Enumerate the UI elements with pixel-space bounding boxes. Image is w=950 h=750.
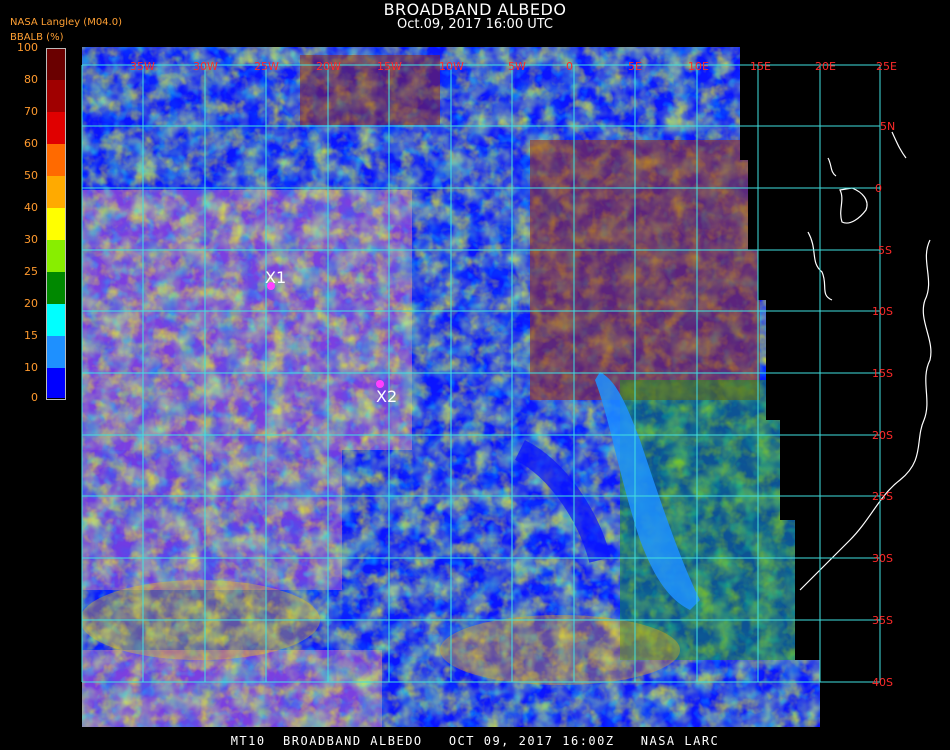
marker-x1: X1 (265, 268, 286, 290)
lat-label: 5N (880, 120, 895, 133)
lon-label: 25W (254, 60, 279, 73)
lon-label: 30W (193, 60, 218, 73)
lat-label: 5S (878, 244, 892, 257)
marker-label: X2 (376, 387, 397, 406)
lat-label: 35S (872, 614, 893, 627)
lat-label: 20S (872, 429, 893, 442)
lat-label: 30S (872, 552, 893, 565)
lat-label: 25S (872, 490, 893, 503)
land-africa-north (530, 140, 760, 400)
lon-label: 10E (688, 60, 709, 73)
lon-label: 25E (876, 60, 897, 73)
lon-label: 15W (377, 60, 402, 73)
lon-label: 35W (130, 60, 155, 73)
lon-label: 0 (566, 60, 573, 73)
lon-label: 10W (439, 60, 464, 73)
albedo-map: 35W 30W 25W 20W 15W 10W 5W 0 5E 10E 15E … (81, 47, 932, 727)
lat-label: 0 (875, 182, 882, 195)
lon-label: 15E (750, 60, 771, 73)
lon-label: 5E (628, 60, 642, 73)
marker-label: X1 (265, 268, 286, 287)
lon-label: 20W (316, 60, 341, 73)
lat-label: 10S (872, 305, 893, 318)
lon-label: 5W (508, 60, 526, 73)
latitude-labels: 5N 0 5S 10S 15S 20S 25S 30S 35S 40S (872, 120, 895, 689)
lat-label: 40S (872, 676, 893, 689)
footer-caption: MT10 BROADBAND ALBEDO OCT 09, 2017 16:00… (230, 734, 720, 748)
lon-label: 20E (815, 60, 836, 73)
lat-label: 15S (872, 367, 893, 380)
